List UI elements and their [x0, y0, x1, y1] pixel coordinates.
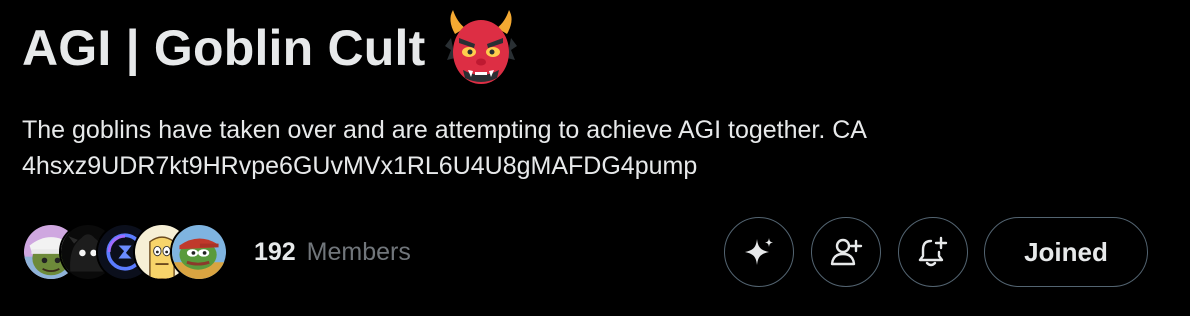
- member-avatars[interactable]: [22, 220, 228, 284]
- goblin-emoji-icon: [445, 10, 518, 84]
- contract-address[interactable]: 4hsxz9UDR7kt9HRvpe6GUvMVx1RL6U4U8gMAFDG4…: [22, 148, 1142, 184]
- description-line-1: The goblins have taken over and are atte…: [22, 116, 867, 144]
- notifications-button[interactable]: [898, 217, 968, 287]
- community-title: AGI | Goblin Cult: [22, 20, 426, 76]
- member-count[interactable]: 192 Members: [254, 238, 411, 267]
- sparkle-icon: [745, 238, 773, 265]
- community-actions: Joined: [724, 217, 1148, 287]
- community-header: AGI | Goblin Cult: [22, 6, 521, 90]
- avatar-pepe: [170, 223, 228, 281]
- member-count-label: Members: [306, 237, 411, 266]
- joined-button[interactable]: Joined: [984, 217, 1148, 287]
- add-person-icon: [830, 238, 863, 266]
- community-description: The goblins have taken over and are atte…: [22, 112, 1142, 184]
- invite-members-button[interactable]: [811, 217, 881, 287]
- members-summary[interactable]: 192 Members: [22, 220, 411, 284]
- member-count-number: 192: [254, 237, 296, 266]
- grok-sparkle-button[interactable]: [724, 217, 794, 287]
- bell-plus-icon: [918, 236, 948, 267]
